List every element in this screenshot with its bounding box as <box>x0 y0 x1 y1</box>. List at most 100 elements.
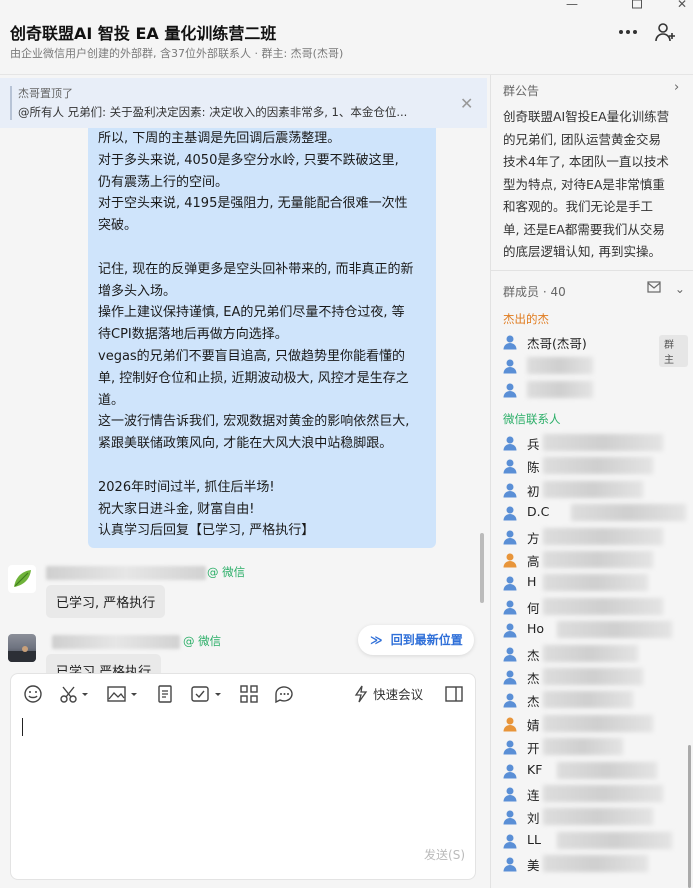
member-item[interactable]: 刘 <box>503 806 688 828</box>
person-icon <box>503 334 517 350</box>
message-line: 道。 <box>98 392 125 408</box>
members-scrollbar[interactable] <box>688 745 691 888</box>
member-item[interactable]: LL <box>503 830 688 852</box>
apps-grid-icon[interactable] <box>239 684 259 704</box>
member-name: 连 <box>527 788 540 803</box>
member-item[interactable]: 杰 <box>503 666 688 688</box>
member-name-redacted <box>543 551 653 568</box>
message-composer[interactable]: 快速会议 发送(S) <box>10 673 476 880</box>
task-icon[interactable] <box>191 684 225 704</box>
announcement-title[interactable]: 群公告 <box>503 82 539 99</box>
member-name-redacted <box>543 808 653 826</box>
member-name: 婧 <box>527 717 540 733</box>
member-item[interactable]: 何 <box>503 596 688 618</box>
person-icon <box>503 739 517 755</box>
member-name: LL <box>527 831 541 847</box>
sidebar-toggle-icon[interactable] <box>444 684 464 704</box>
announcement-line: 型为特点, 对待EA是非常慎重 <box>503 176 665 192</box>
person-icon <box>503 669 517 685</box>
announcement-line: 的底层逻辑认知, 再到实操。 <box>503 244 661 258</box>
pinned-text: @所有人 兄弟们: 关于盈利决定因素: 决定收入的因素非常多, 1、本金仓位..… <box>18 105 408 119</box>
member-name-redacted <box>557 831 672 849</box>
message-line: 紧跟美联储政策风向, 才能在大风大浪中站稳脚跟。 <box>98 436 393 452</box>
wechat-tag: @ 微信 <box>183 634 222 648</box>
member-name: 开 <box>527 741 540 757</box>
member-item[interactable]: 杰 <box>503 689 688 711</box>
sender-name-redacted <box>46 566 206 580</box>
message-line: 增多头入场。 <box>98 283 177 299</box>
close-icon[interactable]: ✕ <box>460 94 473 113</box>
member-item[interactable]: 陈 <box>503 455 688 477</box>
reply-message[interactable]: 已学习, 严格执行 <box>46 585 166 618</box>
member-item[interactable]: KF <box>503 760 688 782</box>
member-item[interactable]: 婧 <box>503 713 688 735</box>
member-name: 杰 <box>527 647 540 663</box>
member-item[interactable]: 杰 <box>503 643 688 665</box>
emoji-icon[interactable] <box>23 684 43 704</box>
double-chevron-down-icon: ≫ <box>370 633 383 647</box>
member-name: 杰哥(杰哥) <box>527 336 587 351</box>
chat-title: 创奇联盟AI 智投 EA 量化训练营二班 <box>10 24 277 43</box>
message-list[interactable]: 所以, 下周的主基调是先回调后震荡整理。 对于多头来说, 4050是多空分水岭, … <box>0 128 487 673</box>
pinned-by: 杰哥置顶了 <box>18 87 73 100</box>
members-title: 群成员 · 40 <box>503 285 566 299</box>
group-info-panel: 群公告 › 创奇联盟AI智投EA量化训练营 的兄弟们, 团队运营黄金交易 技术4年了… <box>490 75 693 888</box>
member-item[interactable] <box>503 379 688 401</box>
add-member-icon[interactable] <box>653 20 677 44</box>
member-item[interactable]: H <box>503 572 688 594</box>
chat-subtitle: 由企业微信用户创建的外部群, 含37位外部联系人 · 群主: 杰哥(杰哥) <box>10 47 344 60</box>
member-item[interactable]: 美 <box>503 853 688 875</box>
message-line: 突破。 <box>98 218 138 234</box>
chat-bubble-icon[interactable] <box>273 684 295 704</box>
avatar[interactable] <box>8 634 36 662</box>
person-icon <box>503 482 517 498</box>
announcement-line: 创奇联盟AI智投EA量化训练营 <box>503 109 670 124</box>
member-item[interactable]: 方 <box>503 526 688 548</box>
minimize-icon[interactable]: — <box>566 0 578 10</box>
member-name-redacted <box>543 691 633 709</box>
more-options-icon[interactable] <box>616 20 640 44</box>
close-window-icon[interactable]: ✕ <box>677 0 687 10</box>
announcement-line: 技术4年了, 本团队一直以技术 <box>503 154 669 169</box>
person-icon <box>503 529 517 545</box>
quick-meeting-button[interactable]: 快速会议 <box>353 684 423 704</box>
member-item[interactable]: 杰哥(杰哥) 群主 <box>503 331 688 367</box>
member-name: 刘 <box>527 811 540 827</box>
member-item[interactable]: 高 <box>503 549 688 571</box>
member-item[interactable]: D.C <box>503 502 688 524</box>
person-icon <box>503 809 517 825</box>
chevron-right-icon[interactable]: › <box>674 80 679 95</box>
image-icon[interactable] <box>107 684 141 704</box>
pinned-message-banner[interactable]: 杰哥置顶了 @所有人 兄弟们: 关于盈利决定因素: 决定收入的因素非常多, 1、… <box>0 78 487 128</box>
member-item[interactable]: 开 <box>503 736 688 758</box>
announcement-line: 和客观的。我们无论是手工 <box>503 199 654 214</box>
document-icon[interactable] <box>155 684 175 704</box>
member-name: D.C <box>527 504 550 520</box>
member-name: 何 <box>527 600 540 616</box>
jump-to-latest-button[interactable]: ≫ 回到最新位置 <box>358 625 474 655</box>
member-name: 陈 <box>527 460 540 476</box>
announcement-body[interactable]: 创奇联盟AI智投EA量化训练营 的兄弟们, 团队运营黄金交易 技术4年了, 本团队一… <box>503 106 685 258</box>
member-item[interactable]: 初 <box>503 479 688 501</box>
person-icon <box>503 575 517 591</box>
mail-icon[interactable] <box>647 281 665 296</box>
member-item[interactable]: 兵 <box>503 432 688 454</box>
avatar[interactable] <box>8 565 36 593</box>
member-item[interactable]: Ho <box>503 619 688 641</box>
person-icon <box>503 435 517 451</box>
group-label-wechat: 微信联系人 <box>503 412 561 426</box>
maximize-icon[interactable] <box>632 0 642 10</box>
chevron-down-icon[interactable]: ⌄ <box>675 282 685 296</box>
person-icon <box>503 599 517 615</box>
send-button[interactable]: 发送(S) <box>424 846 465 863</box>
member-item[interactable] <box>503 355 688 377</box>
scissors-icon[interactable] <box>59 684 89 704</box>
members-tools: ⌄ <box>647 281 685 296</box>
message-line <box>98 237 426 259</box>
message-bubble[interactable]: 所以, 下周的主基调是先回调后震荡整理。 对于多头来说, 4050是多空分水岭, … <box>88 128 436 548</box>
message-line: 单, 控制好仓位和止损, 近期波动极大, 风控才是生存之 <box>98 370 409 386</box>
member-item[interactable]: 连 <box>503 783 688 805</box>
reply-message[interactable]: 已学习 严格执行 <box>46 654 162 673</box>
member-name-redacted <box>543 738 623 756</box>
chat-scrollbar[interactable] <box>480 533 484 603</box>
